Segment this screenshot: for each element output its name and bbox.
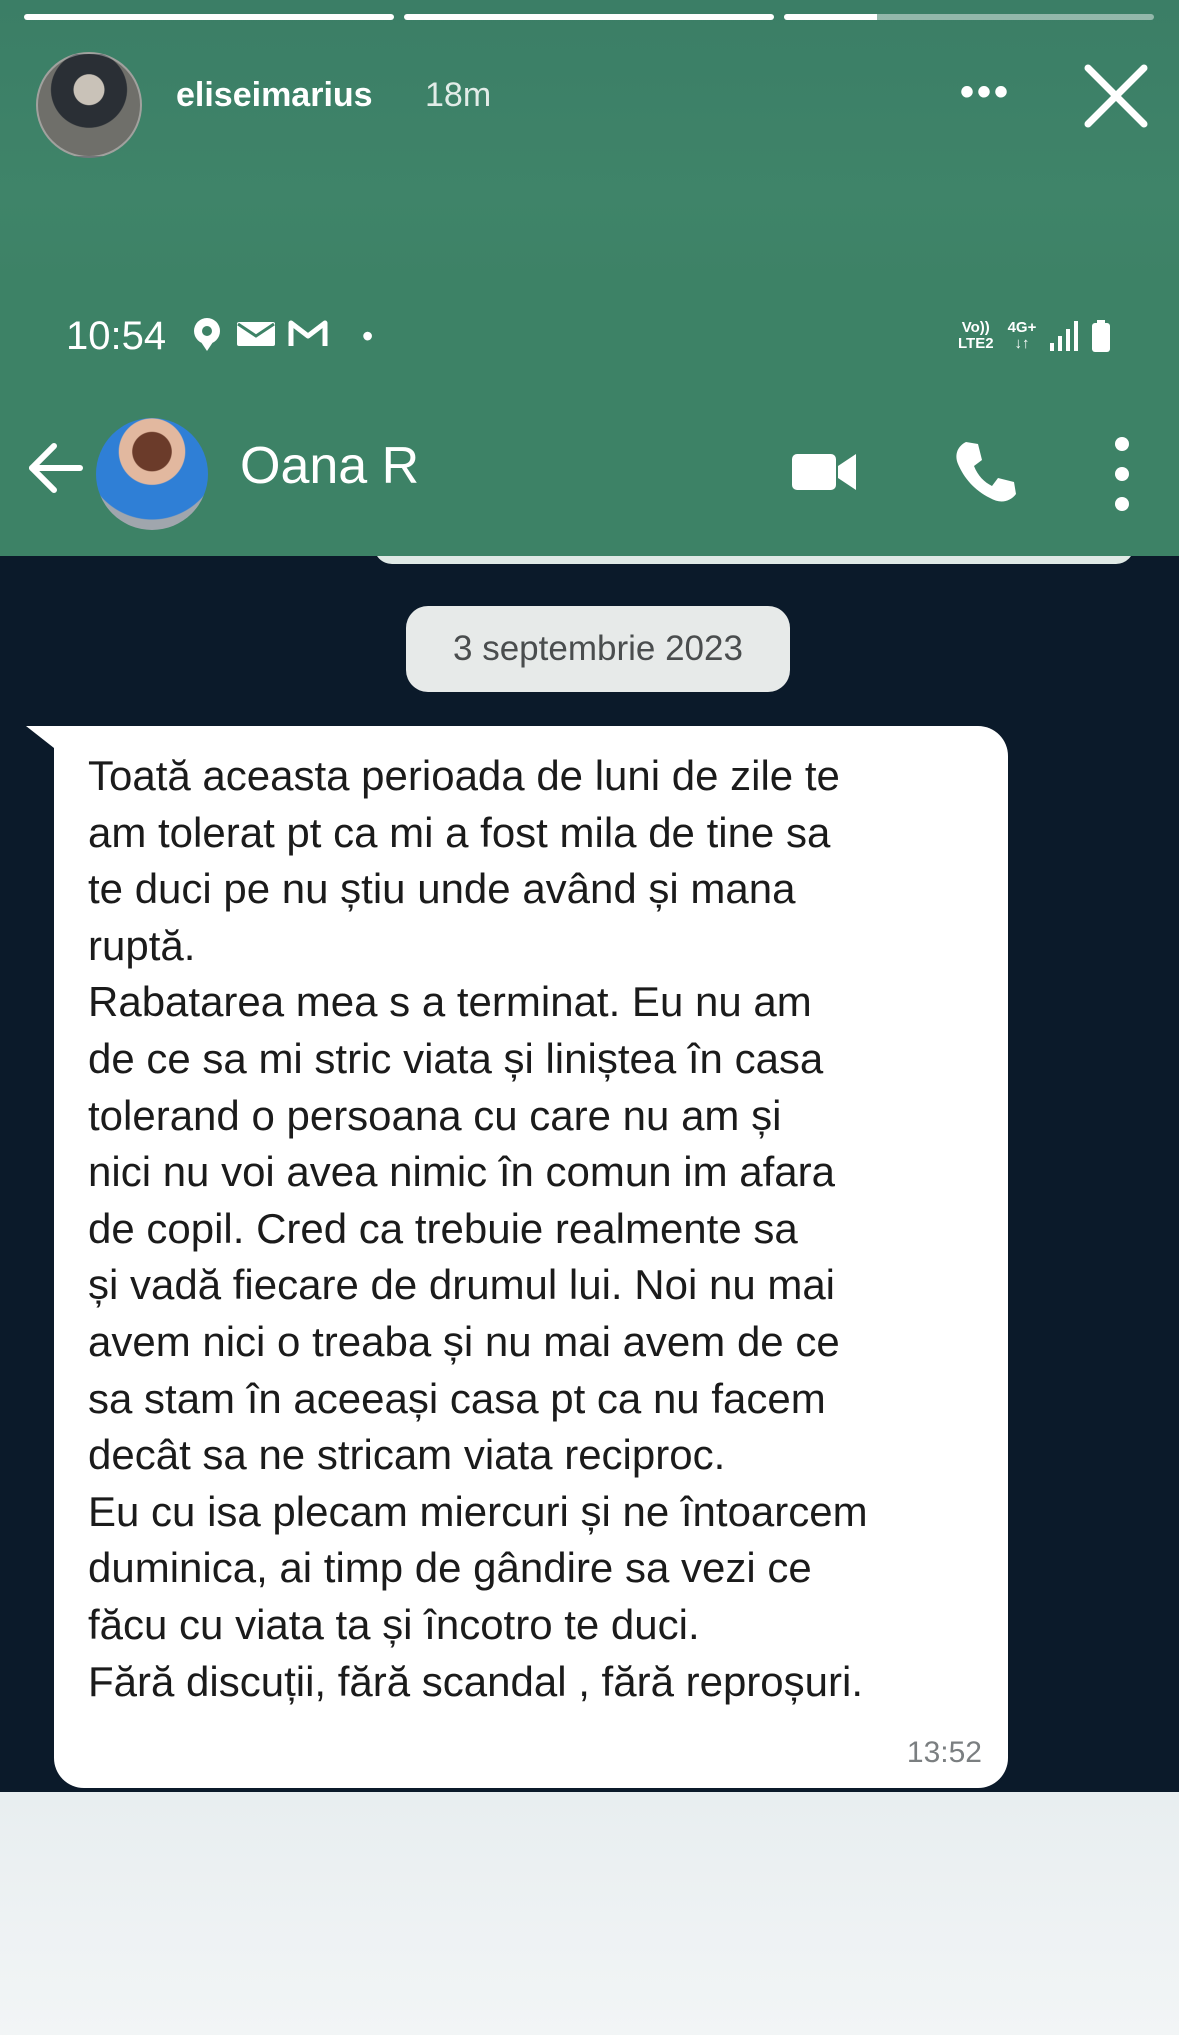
gmail-icon	[288, 320, 328, 346]
story-progress-segment	[24, 14, 394, 20]
signal-icon	[1050, 321, 1079, 351]
story-header: eliseimarius 18m •••	[0, 0, 1179, 282]
message-line: duminica, ai timp de gândire sa vezi ce	[88, 1544, 812, 1592]
notification-icons	[190, 316, 328, 352]
chat-area[interactable]: 3 septembrie 2023 Toată aceasta perioada…	[0, 556, 1179, 1792]
story-timestamp: 18m	[425, 76, 492, 114]
contact-name[interactable]: Oana R	[240, 436, 419, 496]
network-gen: 4G+ ↓↑	[1007, 319, 1037, 352]
message-line: te duci pe nu știu unde având și mana	[88, 865, 796, 913]
status-time: 10:54	[66, 314, 167, 358]
bubble-tail	[26, 726, 54, 748]
contact-avatar[interactable]	[96, 418, 208, 530]
message-line: Rabatarea mea s a terminat. Eu nu am	[88, 978, 812, 1026]
video-call-icon[interactable]	[790, 444, 858, 500]
volte-indicator: Vo)) LTE2	[958, 319, 994, 352]
message-timestamp: 13:52	[906, 1736, 982, 1769]
message-line: și vadă fiecare de drumul lui. Noi nu ma…	[88, 1261, 836, 1309]
battery-icon	[1092, 320, 1111, 352]
phone-call-icon[interactable]	[950, 436, 1020, 506]
more-options-icon[interactable]: •••	[960, 70, 1011, 115]
message-line: sa stam în aceeași casa pt ca nu facem	[88, 1374, 826, 1422]
close-icon[interactable]	[1080, 60, 1152, 132]
message-line: de copil. Cred ca trebuie realmente sa	[88, 1204, 798, 1252]
story-progress	[24, 14, 1154, 20]
story-progress-segment	[404, 14, 774, 20]
message-line: decât sa ne stricam viata reciproc.	[88, 1431, 726, 1479]
chat-header: Oana R	[0, 392, 1179, 556]
menu-kebab-icon[interactable]	[1110, 432, 1134, 516]
message-line: avem nici o treaba și nu mai avem de ce	[88, 1317, 840, 1365]
story-username[interactable]: eliseimarius	[176, 76, 373, 115]
network-indicators: Vo)) LTE2 4G+ ↓↑	[958, 319, 1111, 352]
message-line: tolerand o persoana cu care nu am și	[88, 1091, 782, 1139]
status-bar: 10:54 • Vo)) LTE2 4G+ ↓↑	[0, 282, 1179, 392]
message-line: Fără discuții, fără scandal , fără repro…	[88, 1657, 863, 1705]
incoming-message-bubble[interactable]: Toată aceasta perioada de luni de zile t…	[54, 726, 1008, 1788]
previous-message-edge	[374, 556, 1134, 564]
story-progress-segment	[784, 14, 1154, 20]
date-separator: 3 septembrie 2023	[406, 606, 790, 692]
message-text: Toată aceasta perioada de luni de zile t…	[88, 748, 988, 1710]
chat-bubble-icon	[194, 318, 220, 351]
message-line: nici nu voi avea nimic în comun im afara	[88, 1148, 835, 1196]
back-arrow-icon[interactable]	[26, 438, 86, 498]
message-line: Toată aceasta perioada de luni de zile t…	[88, 752, 840, 799]
message-line: ruptă.	[88, 921, 196, 969]
status-dot: •	[362, 318, 374, 354]
story-avatar[interactable]	[36, 52, 142, 158]
message-line: de ce sa mi stric viata și liniștea în c…	[88, 1034, 824, 1082]
message-line: făcu cu viata ta și încotro te duci.	[88, 1600, 700, 1648]
message-line: am tolerat pt ca mi a fost mila de tine …	[88, 808, 831, 856]
mail-icon	[237, 322, 275, 346]
message-line: Eu cu isa plecam miercuri și ne întoarce…	[88, 1487, 868, 1535]
story-bottom-area	[0, 1792, 1179, 2035]
